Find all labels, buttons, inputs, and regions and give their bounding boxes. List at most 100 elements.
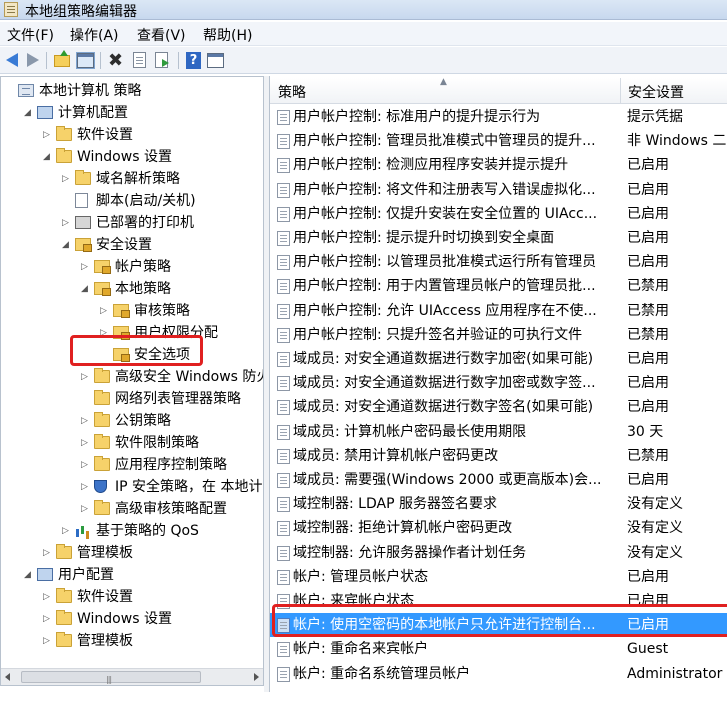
security-setting-value: 已启用 (627, 617, 669, 634)
security-settings-icon (75, 238, 92, 252)
collapsed-chevron-icon[interactable]: ▷ (81, 476, 91, 498)
collapsed-chevron-icon[interactable]: ▷ (43, 124, 53, 146)
column-divider[interactable] (620, 78, 621, 104)
collapsed-chevron-icon[interactable]: ▷ (43, 542, 53, 564)
properties-button[interactable] (130, 51, 149, 70)
policy-name: 帐户: 管理员帐户状态 (293, 568, 429, 585)
policy-list-pane[interactable]: ▲ 策略 安全设置 用户帐户控制: 标准用户的提升提示行为 提示凭据 用户帐户控制:… (269, 76, 727, 692)
gpedit-app-icon (4, 2, 18, 17)
menu-action[interactable]: 操作(A) (70, 25, 119, 45)
collapsed-chevron-icon[interactable]: ▷ (81, 454, 91, 476)
collapsed-chevron-icon[interactable]: ▷ (62, 168, 72, 190)
policy-row[interactable]: 域控制器: 允许服务器操作者计划任务 没有定义 (270, 541, 727, 565)
show-hide-action-pane-button[interactable] (206, 51, 225, 70)
delete-button[interactable]: ✖ (106, 51, 125, 70)
menu-view[interactable]: 查看(V) (137, 25, 186, 45)
policy-setting-icon (277, 182, 290, 198)
policy-name: 域成员: 计算机帐户密码最长使用期限 (293, 423, 527, 440)
collapsed-chevron-icon[interactable]: ▷ (81, 498, 91, 520)
policy-row[interactable]: 用户帐户控制: 仅提升安装在安全位置的 UIAcc... 已启用 (270, 202, 727, 226)
scroll-thumb[interactable]: ||| (21, 671, 201, 684)
policy-row[interactable]: 域控制器: LDAP 服务器签名要求 没有定义 (270, 492, 727, 516)
policy-row[interactable]: 用户帐户控制: 将文件和注册表写入错误虚拟化... 已启用 (270, 178, 727, 202)
security-setting-value: 已启用 (627, 472, 669, 488)
policy-row[interactable]: 域控制器: 拒绝计算机帐户密码更改 没有定义 (270, 516, 727, 540)
policy-row[interactable]: 用户帐户控制: 只提升签名并验证的可执行文件 已禁用 (270, 323, 727, 347)
tree-node-label: Windows 设置 (77, 611, 172, 627)
column-header-security-setting[interactable]: 安全设置 (628, 82, 684, 102)
policy-row[interactable]: 域成员: 计算机帐户密码最长使用期限 30 天 (270, 420, 727, 444)
policy-row[interactable]: 用户帐户控制: 以管理员批准模式运行所有管理员 已启用 (270, 250, 727, 274)
tree-node-label: 基于策略的 QoS (96, 523, 199, 539)
collapsed-chevron-icon[interactable]: ▷ (43, 608, 53, 630)
up-one-level-button[interactable] (53, 50, 72, 70)
collapsed-chevron-icon[interactable]: ▷ (43, 630, 53, 652)
menu-file[interactable]: 文件(F) (7, 25, 54, 45)
expanded-chevron-icon[interactable]: ◢ (24, 564, 34, 586)
collapsed-chevron-icon[interactable]: ▷ (81, 432, 91, 454)
policy-row[interactable]: 域成员: 对安全通道数据进行数字签名(如果可能) 已启用 (270, 395, 727, 419)
help-button[interactable]: ? (184, 51, 203, 70)
policy-row[interactable]: 域成员: 禁用计算机帐户密码更改 已禁用 (270, 444, 727, 468)
folder-lock-icon (113, 348, 130, 362)
security-setting-value: 已禁用 (627, 278, 669, 295)
console-tree[interactable]: 本地计算机 策略 ◢ 计算机配置 ▷ 软件设置 ◢ Windows 设置 ▷ 域名解析策略 脚本(… (0, 76, 264, 686)
collapsed-chevron-icon[interactable]: ▷ (62, 520, 72, 542)
tree-node-label: 软件限制策略 (115, 435, 199, 451)
sort-ascending-icon: ▲ (440, 77, 447, 87)
column-header-policy[interactable]: 策略 (278, 82, 306, 102)
collapsed-chevron-icon[interactable]: ▷ (62, 212, 72, 234)
policy-name: 用户帐户控制: 管理员批准模式中管理员的提升... (293, 133, 596, 150)
collapsed-chevron-icon[interactable]: ▷ (43, 586, 53, 608)
policy-row[interactable]: 域成员: 需要强(Windows 2000 或更高版本)会... 已启用 (270, 468, 727, 492)
tree-node-label: 本地计算机 策略 (39, 83, 142, 99)
printer-icon (75, 216, 91, 229)
menu-help[interactable]: 帮助(H) (203, 25, 252, 45)
tree-node-label: 用户权限分配 (134, 325, 218, 341)
collapsed-chevron-icon[interactable]: ▷ (100, 322, 110, 344)
policy-row[interactable]: 域成员: 对安全通道数据进行数字加密(如果可能) 已启用 (270, 347, 727, 371)
qos-chart-icon (75, 524, 91, 537)
policy-row[interactable]: 域成员: 对安全通道数据进行数字加密或数字签... 已启用 (270, 371, 727, 395)
policy-row[interactable]: 帐户: 管理员帐户状态 已启用 (270, 565, 727, 589)
policy-row[interactable]: 用户帐户控制: 标准用户的提升提示行为 提示凭据 (270, 105, 727, 129)
security-setting-value: 非 Windows 二 (627, 133, 727, 150)
scroll-left-arrow-icon[interactable] (5, 673, 10, 681)
policy-row[interactable]: 用户帐户控制: 提示提升时切换到安全桌面 已启用 (270, 226, 727, 250)
export-list-button[interactable] (153, 51, 172, 70)
security-setting-value: Administrator (627, 665, 723, 682)
forward-button[interactable] (23, 51, 42, 70)
collapsed-chevron-icon[interactable]: ▷ (81, 366, 91, 388)
policy-row[interactable]: 用户帐户控制: 管理员批准模式中管理员的提升... 非 Windows 二 (270, 129, 727, 153)
expanded-chevron-icon[interactable]: ◢ (81, 278, 91, 300)
folder-icon (56, 588, 72, 603)
toolbar-separator (46, 52, 47, 69)
policy-row[interactable]: 用户帐户控制: 用于内置管理员帐户的管理员批... 已禁用 (270, 274, 727, 298)
policy-row[interactable]: 帐户: 来宾帐户状态 已启用 (270, 589, 727, 613)
policy-name: 域成员: 需要强(Windows 2000 或更高版本)会... (293, 472, 602, 488)
show-hide-tree-button[interactable] (76, 51, 95, 70)
policy-row[interactable]: 帐户: 重命名来宾帐户 Guest (270, 637, 727, 661)
forward-icon (27, 53, 39, 67)
policy-row[interactable]: 用户帐户控制: 检测应用程序安装并提示提升 已启用 (270, 153, 727, 177)
policy-row[interactable]: 帐户: 重命名系统管理员帐户 Administrator (270, 662, 727, 686)
policy-row[interactable]: 帐户: 使用空密码的本地帐户只允许进行控制台... 已启用 (270, 613, 727, 638)
folder-icon (94, 390, 110, 405)
policy-setting-icon (277, 110, 290, 125)
policy-row[interactable]: 用户帐户控制: 允许 UIAccess 应用程序在不使... 已禁用 (270, 299, 727, 323)
expanded-chevron-icon[interactable]: ◢ (24, 102, 34, 124)
collapsed-chevron-icon[interactable]: ▷ (100, 300, 110, 322)
back-button[interactable] (3, 51, 22, 70)
collapsed-chevron-icon[interactable]: ▷ (81, 256, 91, 278)
expanded-chevron-icon[interactable]: ◢ (43, 146, 53, 168)
collapsed-chevron-icon[interactable]: ▷ (81, 410, 91, 432)
menu-bar: 文件(F) 操作(A) 查看(V) 帮助(H) (0, 22, 727, 46)
policy-setting-icon (277, 206, 290, 222)
security-setting-value: 已启用 (627, 205, 669, 222)
expanded-chevron-icon[interactable]: ◢ (62, 234, 72, 256)
tree-horizontal-scrollbar[interactable]: ||| (1, 668, 263, 685)
security-setting-value: 已启用 (627, 181, 669, 198)
tree-node-label: IP 安全策略，在 本地计算 (115, 479, 264, 495)
security-setting-value: 30 天 (627, 423, 664, 440)
scroll-right-arrow-icon[interactable] (254, 673, 259, 681)
